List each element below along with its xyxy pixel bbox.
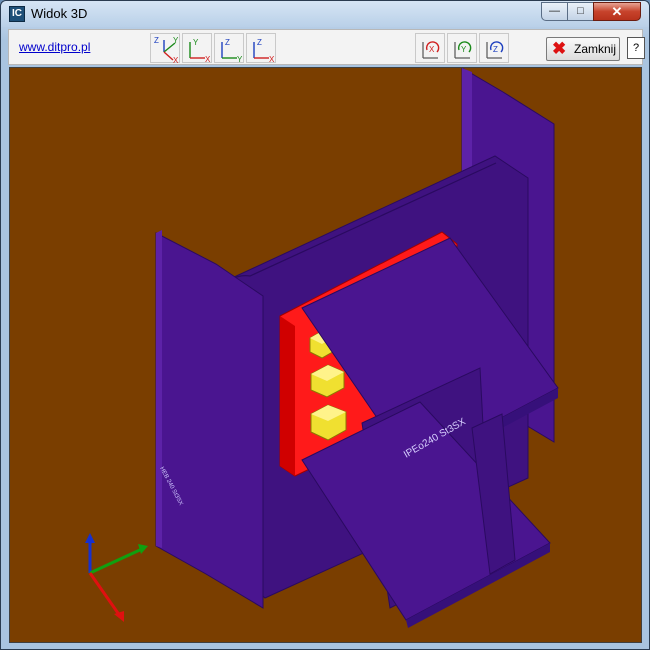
rotate-z-icon: Z bbox=[486, 41, 504, 59]
title-bar[interactable]: IC Widok 3D — □ ✕ bbox=[1, 1, 649, 27]
axes-zx-icon: Z X bbox=[253, 38, 275, 64]
axis-y-letter: Y bbox=[237, 55, 243, 64]
axes-gizmo bbox=[85, 533, 148, 622]
app-icon: IC bbox=[9, 6, 25, 22]
axis-y-letter: Y bbox=[193, 38, 199, 47]
rotate-y-icon: Y bbox=[454, 41, 472, 59]
axis-y-letter: Y bbox=[173, 36, 179, 45]
gizmo-y-axis bbox=[89, 547, 143, 575]
toolbar: www.ditpro.pl Z Y X Y X Z Y Z X X Y Z ✖ … bbox=[8, 29, 645, 65]
rotate-axis-letter: Y bbox=[461, 45, 467, 54]
view-zx-button[interactable]: Z X bbox=[246, 33, 276, 64]
rotate-axis-letter: Z bbox=[493, 45, 498, 54]
maximize-button[interactable]: □ bbox=[567, 2, 594, 21]
window-title: Widok 3D bbox=[31, 6, 88, 21]
3d-viewport[interactable]: HEB 240 St3SX IPEo240 St3SX bbox=[9, 67, 642, 643]
view-yx-button[interactable]: Y X bbox=[182, 33, 212, 64]
window-close-button[interactable]: ✕ bbox=[593, 2, 641, 21]
website-link[interactable]: www.ditpro.pl bbox=[19, 40, 90, 54]
view-zyx-iso-button[interactable]: Z Y X bbox=[150, 33, 180, 64]
axis-z-letter: Z bbox=[257, 38, 262, 47]
close-x-icon: ✖ bbox=[552, 39, 567, 58]
view-zy-button[interactable]: Z Y bbox=[214, 33, 244, 64]
app-window: IC Widok 3D — □ ✕ www.ditpro.pl Z Y X Y … bbox=[0, 0, 650, 650]
axis-x-letter: X bbox=[205, 55, 211, 64]
gizmo-x-axis bbox=[88, 572, 122, 617]
axis-z-letter: Z bbox=[154, 36, 159, 45]
3d-scene: HEB 240 St3SX IPEo240 St3SX bbox=[85, 68, 559, 628]
close-app-label: Zamknij bbox=[574, 42, 617, 56]
axis-x-letter: X bbox=[269, 55, 275, 64]
axis-x-letter: X bbox=[173, 56, 179, 64]
minimize-button[interactable]: — bbox=[541, 2, 568, 21]
rotate-x-icon: X bbox=[422, 41, 440, 59]
help-button[interactable]: ? bbox=[627, 37, 645, 59]
column-front-flange-edge bbox=[156, 230, 162, 548]
axis-z-letter: Z bbox=[225, 38, 230, 47]
close-app-button[interactable]: ✖ Zamknij bbox=[546, 37, 620, 61]
axes-zy-icon: Z Y bbox=[221, 38, 243, 64]
axes-yx-icon: Y X bbox=[189, 38, 211, 64]
rotate-z-button[interactable]: Z bbox=[479, 33, 509, 63]
column-front-flange bbox=[155, 232, 264, 609]
axes-iso-icon: Z Y X bbox=[154, 36, 179, 64]
rotate-y-button[interactable]: Y bbox=[447, 33, 477, 63]
end-plate-edge bbox=[280, 316, 295, 476]
rotate-x-button[interactable]: X bbox=[415, 33, 445, 63]
rotate-axis-letter: X bbox=[429, 45, 435, 54]
